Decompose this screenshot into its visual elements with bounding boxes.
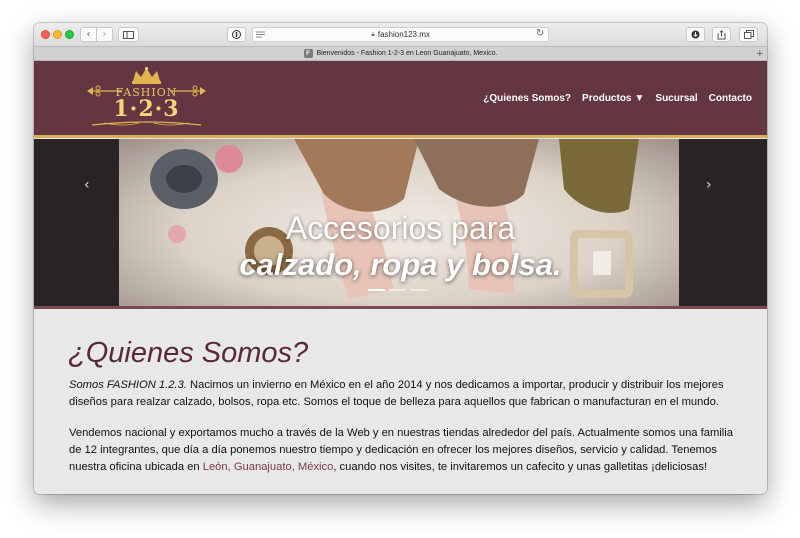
tab-title[interactable]: Bienvenidos - Fashion 1-2-3 en Leon Guan… [317,50,498,57]
carousel-indicator-2[interactable] [389,289,406,291]
about-paragraph-1: Somos FASHION 1.2.3. Nacimos un invierno… [69,377,739,411]
about-paragraph-2: Vendemos nacional y exportamos mucho a t… [69,425,739,476]
lock-icon: 🔒︎ [371,30,375,38]
site-header: FASHION 1·2·3 ¿Quienes Somos? Productos ▼… [34,61,767,138]
carousel-indicators [368,289,427,291]
browser-window: ‹ › 🔒︎ fashion123.mx ↻ F Bienvenidos - F… [34,23,767,494]
site-logo[interactable]: FASHION 1·2·3 [84,67,209,129]
about-intro-emphasis: Somos FASHION 1.2.3. [69,379,187,391]
share-icon[interactable] [712,27,731,42]
hero-carousel: ‹ › Accesorios para calzado, ropa y bols… [34,139,767,306]
reader-icon[interactable] [252,27,269,42]
tab-bar: F Bienvenidos - Fashion 1-2-3 en Leon Gu… [34,46,767,61]
nav-productos[interactable]: Productos ▼ [582,93,644,104]
shield-icon[interactable] [227,27,246,42]
reload-icon[interactable]: ↻ [536,28,544,39]
carousel-prev-icon[interactable]: ‹ [84,177,90,193]
chevron-left-icon[interactable]: ‹ [80,27,97,42]
hero-title-line2: calzado, ropa y bolsa. [239,247,562,282]
nav-productos-label: Productos [582,93,632,104]
carousel-indicator-1[interactable] [368,289,385,291]
caret-down-icon: ▼ [634,93,645,104]
url-text: fashion123.mx [377,30,430,39]
nav-quienes-somos[interactable]: ¿Quienes Somos? [483,93,571,104]
sidebar-icon[interactable] [118,27,139,42]
nav-contacto[interactable]: Contacto [709,93,752,104]
browser-toolbar: ‹ › 🔒︎ fashion123.mx ↻ [34,23,767,46]
about-heading: ¿Quienes Somos? [68,337,309,369]
main-nav: ¿Quienes Somos? Productos ▼ Sucursal Cont… [483,93,752,104]
location-link[interactable]: León, Guanajuato, México [203,461,334,473]
nav-sucursal[interactable]: Sucursal [655,93,697,104]
chevron-right-icon[interactable]: › [96,27,113,42]
plus-icon[interactable]: + [757,48,763,60]
close-window-button[interactable] [41,30,50,39]
download-icon[interactable] [686,27,705,42]
favicon: F [303,49,313,58]
minimize-window-button[interactable] [53,30,62,39]
tabs-icon[interactable] [739,27,758,42]
hero-title-line1: Accesorios para [285,210,516,246]
about-section: ¿Quienes Somos? Somos FASHION 1.2.3. Nac… [34,309,767,494]
address-bar[interactable]: 🔒︎ fashion123.mx [252,27,549,42]
carousel-next-icon[interactable]: › [706,177,712,193]
logo-number: 1·2·3 [113,96,180,122]
zoom-window-button[interactable] [65,30,74,39]
about-p2-end: , cuando nos visites, te invitaremos un … [333,461,708,473]
carousel-indicator-3[interactable] [410,289,427,291]
